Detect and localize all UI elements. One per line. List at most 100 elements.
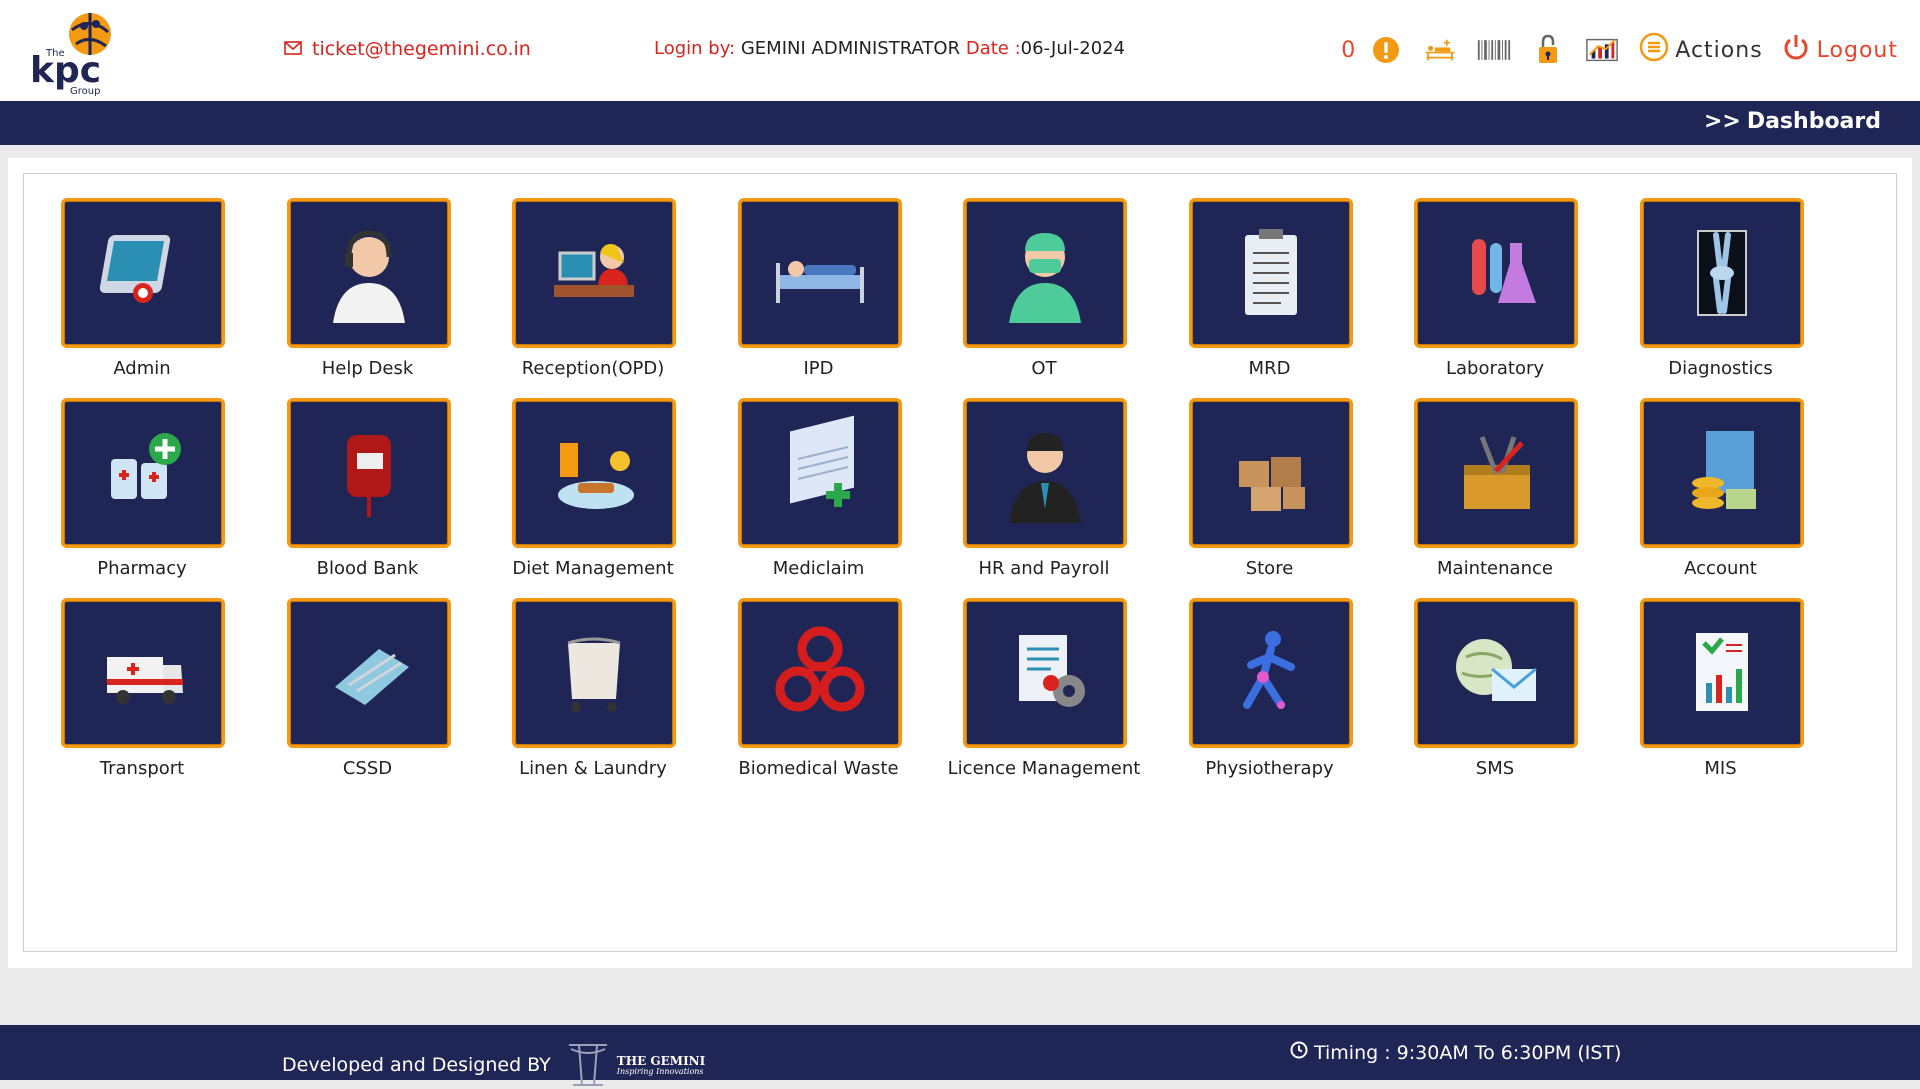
blood-bag-icon bbox=[346, 435, 391, 517]
module-icon-box[interactable] bbox=[737, 598, 902, 748]
module-tile[interactable]: HR and Payroll bbox=[926, 398, 1130, 584]
headset-agent-icon bbox=[332, 230, 405, 323]
footer: Developed and Designed BY THE GEMINI Ins… bbox=[0, 1025, 1920, 1086]
coins-clipboard-icon bbox=[1691, 431, 1756, 509]
module-icon-box[interactable] bbox=[1414, 398, 1578, 548]
lab-flasks-icon bbox=[1472, 239, 1536, 303]
clock-icon bbox=[1290, 1041, 1308, 1064]
login-label: Login by: bbox=[654, 38, 736, 59]
logout-button[interactable]: Logout bbox=[1783, 33, 1898, 67]
alert-count[interactable]: 0 bbox=[1341, 38, 1355, 63]
breadcrumb: >> Dashboard bbox=[1704, 109, 1881, 134]
globe-envelope-icon bbox=[1456, 639, 1537, 701]
gemini-logo[interactable]: THE GEMINI Inspiring Innovations bbox=[563, 1041, 705, 1089]
module-tile[interactable]: Diet Management bbox=[475, 398, 679, 584]
module-icon-box[interactable] bbox=[61, 398, 225, 548]
login-user: GEMINI ADMINISTRATOR bbox=[740, 38, 961, 59]
logo-group-text: Group bbox=[70, 86, 100, 96]
module-tile[interactable]: MIS bbox=[1603, 598, 1807, 784]
module-tile[interactable]: Licence Management bbox=[926, 598, 1140, 784]
module-icon-box[interactable] bbox=[512, 598, 676, 748]
kpc-logo[interactable]: The kpc Group bbox=[28, 8, 122, 97]
module-icon-box[interactable] bbox=[1414, 598, 1578, 748]
gemini-tagline: Inspiring Innovations bbox=[616, 1066, 704, 1076]
module-tile[interactable]: Blood Bank bbox=[250, 398, 454, 584]
admin-tablet-icon bbox=[99, 235, 171, 303]
module-tile[interactable]: Store bbox=[1152, 398, 1356, 584]
date-value: 06-Jul-2024 bbox=[1020, 38, 1126, 59]
module-icon-box[interactable] bbox=[963, 198, 1127, 348]
module-tile[interactable]: Help Desk bbox=[250, 198, 454, 384]
dashboard-panel: Admin Help Desk Reception(OPD) IPD OT MRD Labo… bbox=[8, 158, 1912, 968]
module-icon-box[interactable] bbox=[1414, 198, 1578, 348]
module-icon-box[interactable] bbox=[737, 398, 902, 548]
module-icon-box[interactable] bbox=[512, 398, 676, 548]
module-label[interactable]: Account bbox=[1586, 558, 1856, 579]
module-tile[interactable]: Transport bbox=[24, 598, 228, 784]
bed-transfer-icon[interactable] bbox=[1423, 33, 1457, 67]
login-info: Login by: GEMINI ADMINISTRATOR Date :06-… bbox=[654, 38, 1125, 59]
module-label[interactable]: Diagnostics bbox=[1586, 358, 1856, 379]
module-tile[interactable]: MRD bbox=[1152, 198, 1356, 384]
padlock-icon[interactable] bbox=[1531, 33, 1565, 67]
module-icon-box[interactable] bbox=[286, 398, 451, 548]
ambulance-icon bbox=[107, 657, 183, 704]
module-label[interactable]: MIS bbox=[1586, 758, 1856, 779]
module-tile[interactable]: Maintenance bbox=[1377, 398, 1581, 584]
clipboard-record-icon bbox=[1244, 229, 1297, 315]
developed-label: Developed and Designed BY bbox=[282, 1054, 551, 1076]
boxes-icon bbox=[1238, 457, 1305, 511]
module-tile[interactable]: Mediclaim bbox=[701, 398, 905, 584]
sterile-instruments-icon bbox=[334, 649, 409, 705]
breadcrumb-bar: >> Dashboard bbox=[0, 101, 1920, 145]
module-tile[interactable]: Pharmacy bbox=[24, 398, 228, 584]
receptionist-icon bbox=[554, 244, 634, 297]
hospital-bed-icon bbox=[775, 261, 864, 303]
module-tile[interactable]: Admin bbox=[24, 198, 228, 384]
claim-form-icon bbox=[789, 415, 854, 507]
module-tile[interactable]: OT bbox=[926, 198, 1130, 384]
alert-icon[interactable] bbox=[1369, 33, 1403, 67]
module-icon-box[interactable] bbox=[1188, 598, 1353, 748]
module-tile[interactable]: Physiotherapy bbox=[1152, 598, 1356, 784]
module-icon-box[interactable] bbox=[1188, 398, 1353, 548]
module-icon-box[interactable] bbox=[963, 398, 1127, 548]
module-icon-box[interactable] bbox=[286, 598, 451, 748]
module-tile[interactable]: Reception(OPD) bbox=[475, 198, 679, 384]
module-tile[interactable]: Linen & Laundry bbox=[475, 598, 679, 784]
actions-label[interactable]: Actions bbox=[1675, 38, 1762, 63]
developer-credit: Developed and Designed BY THE GEMINI Ins… bbox=[282, 1041, 705, 1089]
surgeon-icon bbox=[1009, 233, 1081, 323]
module-tile[interactable]: Diagnostics bbox=[1603, 198, 1807, 384]
module-icon-box[interactable] bbox=[1639, 198, 1804, 348]
module-tile[interactable]: SMS bbox=[1377, 598, 1581, 784]
module-icon-box[interactable] bbox=[512, 198, 676, 348]
module-grid: Admin Help Desk Reception(OPD) IPD OT MRD Labo… bbox=[23, 173, 1897, 952]
actions-menu[interactable]: Actions bbox=[1639, 32, 1762, 68]
module-icon-box[interactable] bbox=[1188, 198, 1353, 348]
module-icon-box[interactable] bbox=[737, 198, 902, 348]
gemini-pillar-icon bbox=[568, 1044, 607, 1086]
module-icon-box[interactable] bbox=[963, 598, 1127, 748]
food-plate-icon bbox=[558, 443, 634, 509]
module-icon-box[interactable] bbox=[61, 598, 225, 748]
module-icon-box[interactable] bbox=[61, 198, 225, 348]
toolbox-icon bbox=[1464, 436, 1530, 509]
module-tile[interactable]: IPD bbox=[701, 198, 905, 384]
support-email-text[interactable]: ticket@thegemini.co.in bbox=[312, 38, 531, 60]
module-tile[interactable]: Biomedical Waste bbox=[701, 598, 905, 784]
module-icon-box[interactable] bbox=[286, 198, 451, 348]
module-tile[interactable]: CSSD bbox=[250, 598, 454, 784]
module-tile[interactable]: Account bbox=[1603, 398, 1807, 584]
header-toolbar: 0 Actions Logout bbox=[1341, 28, 1898, 72]
support-email[interactable]: ticket@thegemini.co.in bbox=[284, 38, 531, 60]
barcode-icon[interactable] bbox=[1477, 33, 1511, 67]
module-icon-box[interactable] bbox=[1639, 598, 1804, 748]
logout-label[interactable]: Logout bbox=[1817, 38, 1898, 63]
module-tile[interactable]: Laboratory bbox=[1377, 198, 1581, 384]
date-label: Date : bbox=[965, 38, 1021, 59]
module-icon-box[interactable] bbox=[1639, 398, 1804, 548]
top-header: The kpc Group ticket@thegemini.co.in Log… bbox=[0, 0, 1920, 101]
chart-icon[interactable] bbox=[1585, 33, 1619, 67]
breadcrumb-current[interactable]: Dashboard bbox=[1747, 109, 1881, 134]
